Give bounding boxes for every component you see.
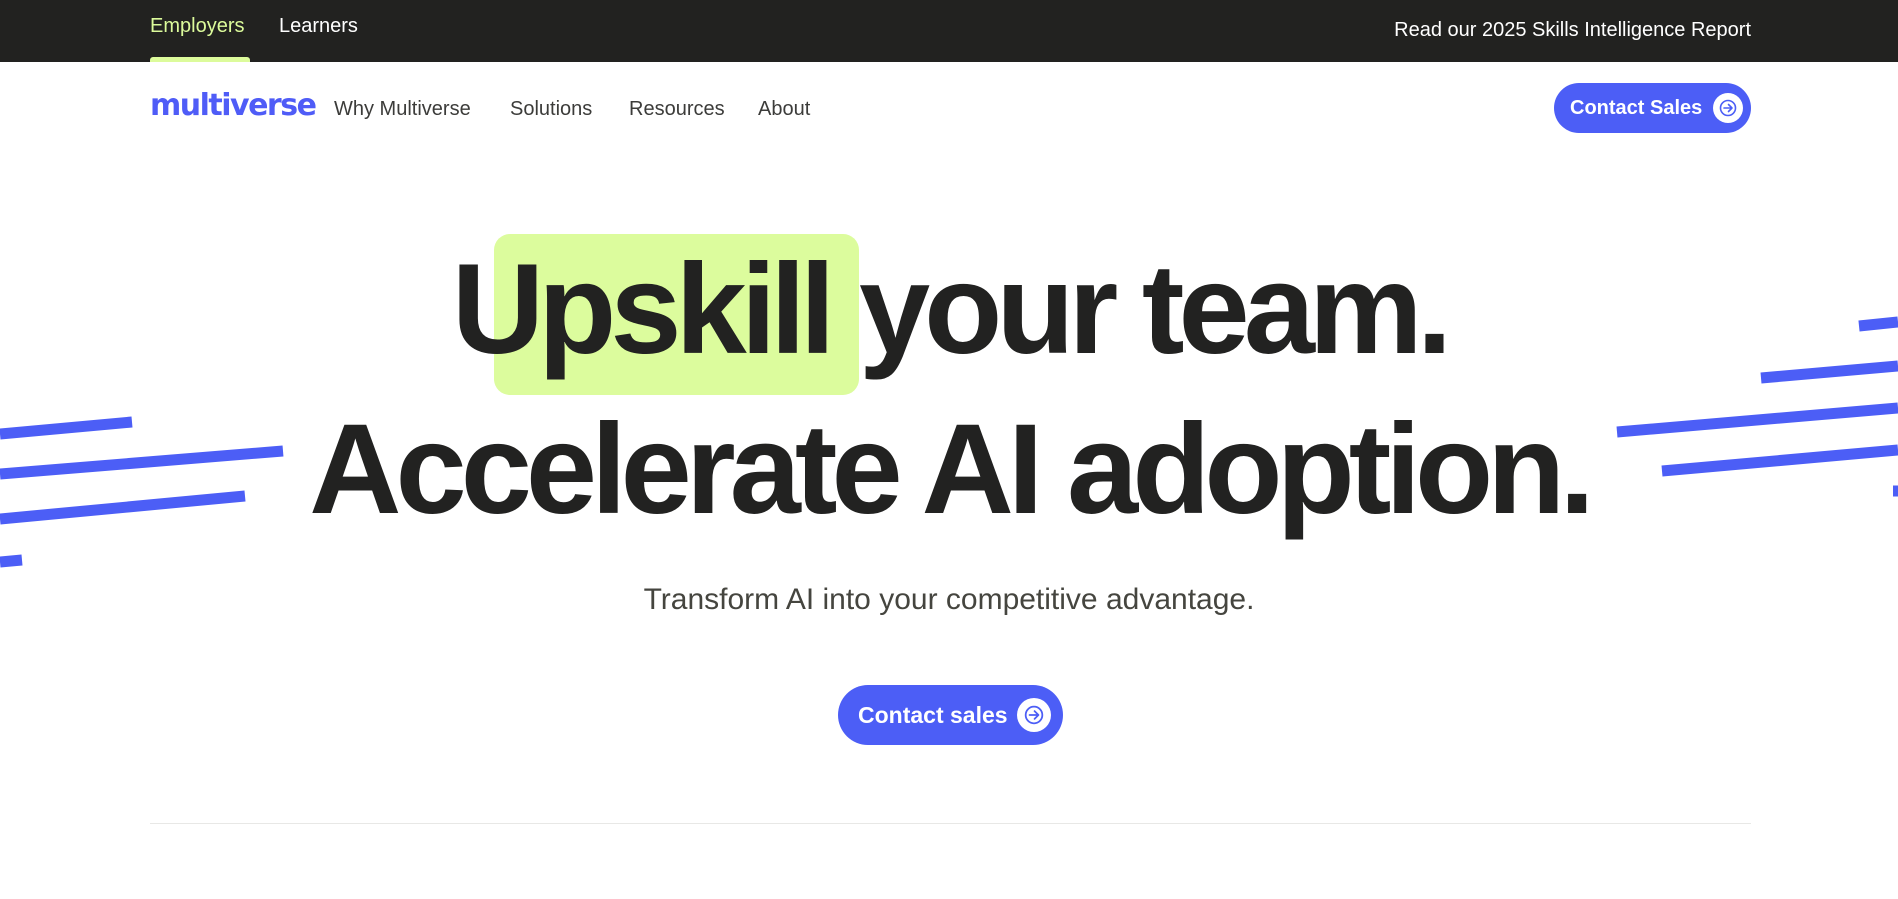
nav-why-multiverse[interactable]: Why Multiverse <box>334 97 471 121</box>
hero-contact-sales-button[interactable]: Contact sales <box>838 685 1063 745</box>
highlight-word: Upskill <box>451 238 836 381</box>
active-tab-indicator <box>150 57 250 62</box>
tab-learners[interactable]: Learners <box>279 14 358 38</box>
hero-subtitle: Transform AI into your competitive advan… <box>643 583 1255 616</box>
skills-report-link[interactable]: Read our 2025 Skills Intelligence Report <box>1394 18 1751 42</box>
multiverse-logo[interactable]: multiverse <box>150 88 317 124</box>
headline-rest: your team. <box>858 238 1452 381</box>
nav-about[interactable]: About <box>758 97 810 121</box>
arrow-right-icon <box>1713 93 1743 123</box>
hero-headline-line-2: Accelerate AI adoption. <box>309 398 1595 541</box>
nav-resources[interactable]: Resources <box>629 97 725 121</box>
hero-contact-sales-label: Contact sales <box>858 701 1008 728</box>
hero-headline-line-1: Upskill your team. <box>0 245 1898 375</box>
tab-employers[interactable]: Employers <box>150 14 244 38</box>
arrow-right-icon <box>1017 698 1051 732</box>
contact-sales-label: Contact Sales <box>1570 96 1703 119</box>
section-divider <box>150 823 1751 824</box>
audience-bar: Employers Learners Read our 2025 Skills … <box>0 0 1898 62</box>
contact-sales-button[interactable]: Contact Sales <box>1554 83 1751 133</box>
nav-solutions[interactable]: Solutions <box>510 97 592 121</box>
